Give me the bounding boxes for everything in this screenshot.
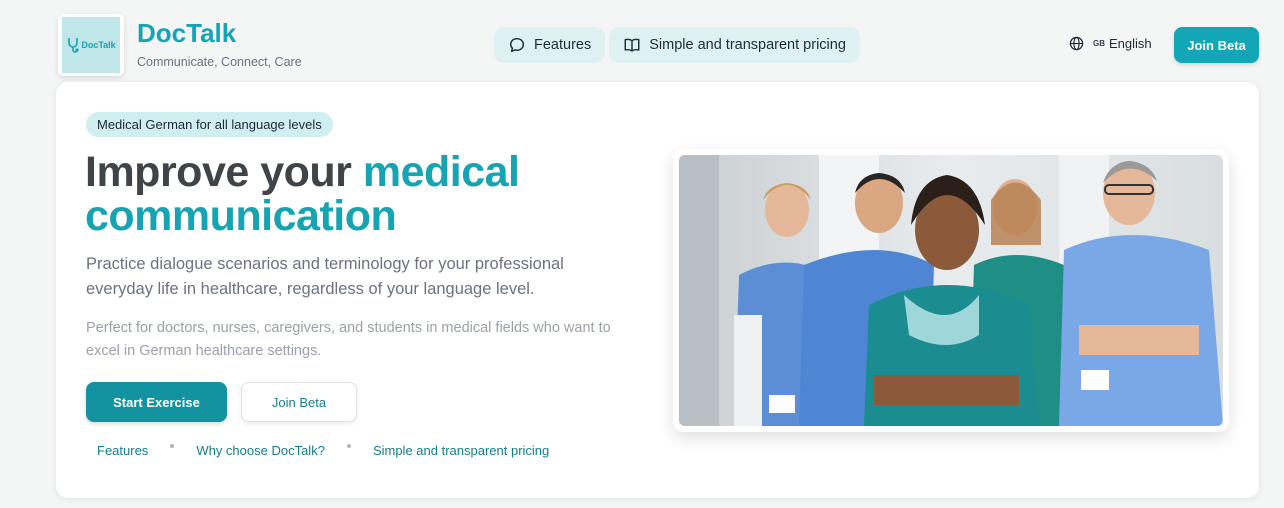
healthcare-team-photo — [679, 155, 1223, 426]
language-selector[interactable]: GB English — [1069, 36, 1152, 51]
hero-card: Medical German for all language levels I… — [56, 82, 1259, 498]
nav-pricing-label: Simple and transparent pricing — [649, 37, 846, 53]
header-join-beta-button[interactable]: Join Beta — [1174, 27, 1259, 63]
flag-gb-icon: GB — [1093, 39, 1105, 48]
logo-text: DocTalk — [81, 40, 116, 50]
headline-plain: Improve your — [85, 148, 363, 196]
hero-quick-links: Features Why choose DocTalk? Simple and … — [97, 443, 549, 458]
hero-join-beta-button[interactable]: Join Beta — [241, 382, 357, 422]
chat-bubble-icon — [509, 37, 525, 53]
start-exercise-button[interactable]: Start Exercise — [86, 382, 227, 422]
logo[interactable]: DocTalk — [58, 14, 124, 76]
link-pricing[interactable]: Simple and transparent pricing — [373, 443, 549, 458]
nav-pricing[interactable]: Simple and transparent pricing — [609, 27, 860, 63]
hero-lead-text: Practice dialogue scenarios and terminol… — [86, 255, 564, 298]
headline-accent-medical: medical — [362, 148, 520, 196]
brand-name[interactable]: DocTalk — [137, 18, 236, 49]
nav-features-label: Features — [534, 37, 592, 53]
globe-icon — [1069, 36, 1084, 51]
hero-sub-text: Perfect for doctors, nurses, caregivers,… — [86, 320, 611, 359]
main-nav: Features Simple and transparent pricing — [494, 27, 860, 63]
open-book-icon — [624, 38, 640, 52]
site-header: DocTalk DocTalk Communicate, Connect, Ca… — [0, 0, 1284, 88]
hero-headline: Improve your medical communication — [85, 150, 645, 238]
nav-features[interactable]: Features — [494, 27, 606, 63]
stethoscope-icon — [68, 38, 79, 53]
brand-tagline: Communicate, Connect, Care — [137, 55, 302, 69]
headline-accent-communication: communication — [85, 192, 397, 240]
logo-image: DocTalk — [62, 17, 120, 73]
link-features[interactable]: Features — [97, 443, 148, 458]
link-separator — [170, 443, 175, 448]
link-why-choose[interactable]: Why choose DocTalk? — [196, 443, 325, 458]
link-separator — [346, 443, 351, 448]
language-label: English — [1109, 36, 1152, 51]
hero-badge: Medical German for all language levels — [86, 112, 333, 137]
hero-photo-frame — [673, 149, 1229, 432]
